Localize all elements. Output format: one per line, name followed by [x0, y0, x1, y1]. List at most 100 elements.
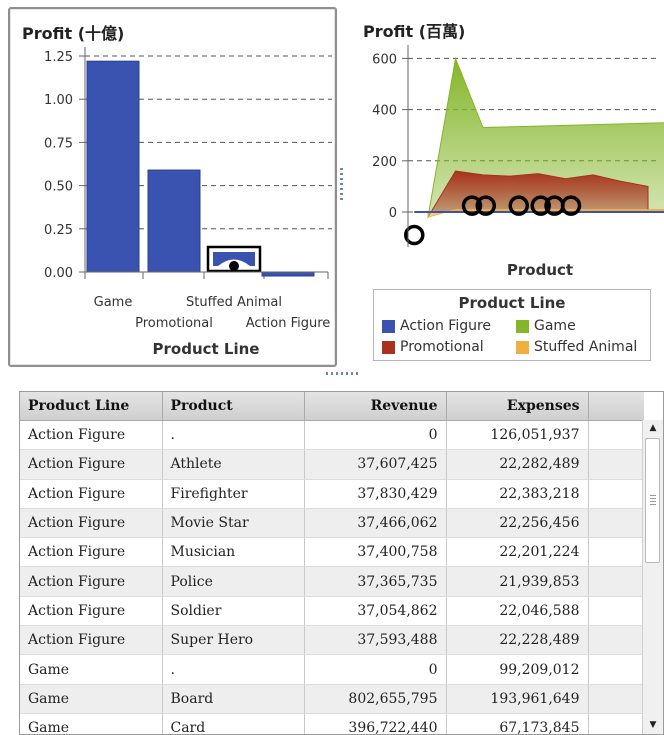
table-row[interactable]: Action Figure Super Hero 37,593,488 22,228,…: [20, 625, 644, 656]
table-row[interactable]: Action Figure Movie Star 37,466,062 22,256,…: [20, 508, 644, 539]
cell-revenue: 37,400,758: [304, 537, 447, 568]
legend-label: Promotional: [400, 339, 484, 355]
cell-product: Board: [162, 684, 305, 714]
cell-product: Athlete: [162, 449, 305, 480]
legend-swatch: [516, 340, 529, 354]
cell-expenses: 22,282,489: [446, 449, 589, 480]
cell-expenses: 22,383,218: [446, 479, 589, 509]
scroll-up-arrow-icon[interactable]: ▲: [643, 420, 663, 437]
x-tick-stuffed-animal: Stuffed Animal: [186, 295, 282, 310]
cell-empty: [588, 537, 644, 568]
legend-swatch: [516, 319, 529, 333]
cell-product-line: Action Figure: [20, 508, 163, 539]
scroll-down-arrow-icon[interactable]: ▼: [643, 717, 663, 734]
table-row[interactable]: Action Figure. 0 126,051,937: [20, 420, 644, 451]
cell-expenses: 22,228,489: [446, 625, 589, 656]
cell-empty: [588, 508, 644, 539]
column-header-product-line[interactable]: Product Line: [20, 392, 163, 421]
data-table: Product Line Product Revenue Expenses Ac…: [20, 392, 644, 734]
cell-expenses: 21,939,853: [446, 566, 589, 597]
table-row[interactable]: Action Figure Musician 37,400,758 22,201,22…: [20, 537, 644, 568]
column-header-expenses[interactable]: Expenses: [446, 392, 589, 421]
cell-product: .: [162, 654, 305, 685]
cell-revenue: 802,655,795: [304, 684, 447, 714]
y-tick-label: 1.25: [44, 50, 73, 65]
table-header-row: Product Line Product Revenue Expenses: [20, 392, 644, 421]
cell-expenses: 193,961,649: [446, 684, 589, 714]
cell-product-line: Action Figure: [20, 596, 163, 627]
cell-product: Musician: [162, 537, 305, 568]
y-tick-label: 0: [389, 206, 397, 221]
y-tick-label: 600: [372, 52, 397, 67]
legend-title: Product Line: [458, 294, 566, 312]
legend-label: Action Figure: [400, 318, 492, 334]
cell-empty: [588, 684, 644, 714]
cell-expenses: 126,051,937: [446, 420, 589, 451]
cell-revenue: 37,593,488: [304, 625, 447, 656]
cell-empty: [588, 596, 644, 627]
cell-product-line: Action Figure: [20, 566, 163, 597]
cell-product: Card: [162, 713, 305, 734]
bar-promotional[interactable]: [147, 169, 201, 273]
cell-revenue: 37,607,425: [304, 449, 447, 480]
x-axis-title: Product Line: [153, 340, 260, 358]
cell-revenue: 37,466,062: [304, 508, 447, 539]
bar-chart-panel[interactable]: Profit (十億) 1.25 1.00 0.75 0.50 0.25 0.00 Gam…: [8, 7, 337, 367]
legend-item-action-figure: Action Figure: [382, 318, 491, 334]
data-table-panel: Product Line Product Revenue Expenses Ac…: [19, 391, 664, 735]
y-tick-label: 200: [372, 155, 397, 170]
y-tick-label: 0.00: [44, 266, 73, 281]
table-row[interactable]: Game. 0 99,209,012: [20, 654, 644, 685]
vertical-splitter-handle[interactable]: [340, 168, 343, 202]
bar-action-figure[interactable]: [261, 271, 315, 277]
cell-empty: [588, 566, 644, 597]
cell-revenue: 37,830,429: [304, 479, 447, 509]
cell-product-line: Action Figure: [20, 537, 163, 568]
cell-expenses: 22,201,224: [446, 537, 589, 568]
cell-product: Soldier: [162, 596, 305, 627]
bar-chart-svg: 1.25 1.00 0.75 0.50 0.25 0.00 Game Stuffed An…: [44, 47, 332, 358]
cell-product-line: Action Figure: [20, 479, 163, 509]
cell-empty: [588, 654, 644, 685]
cell-product: Super Hero: [162, 625, 305, 656]
column-header-revenue[interactable]: Revenue: [304, 392, 447, 421]
table-row[interactable]: Game Board 802,655,795 193,961,649: [20, 684, 644, 714]
horizontal-splitter-handle[interactable]: [326, 372, 360, 375]
cell-expenses: 22,256,456: [446, 508, 589, 539]
legend-label: Game: [534, 318, 576, 334]
cell-product-line: Game: [20, 684, 163, 714]
cell-revenue: 0: [304, 420, 447, 451]
cell-product: Police: [162, 566, 305, 597]
cell-product: Movie Star: [162, 508, 305, 539]
bar-marker-dot: [229, 261, 239, 271]
y-tick-label: 0.25: [44, 223, 73, 238]
table-row[interactable]: Action Figure Firefighter 37,830,429 22,383…: [20, 479, 644, 509]
table-row[interactable]: Game Card 396,722,440 67,173,845: [20, 713, 644, 734]
cell-empty: [588, 449, 644, 480]
scrollbar-thumb[interactable]: [645, 438, 660, 563]
bar-game[interactable]: [86, 60, 140, 273]
cell-revenue: 0: [304, 654, 447, 685]
table-row[interactable]: Action Figure Athlete 37,607,425 22,282,489: [20, 449, 644, 480]
column-header-empty: [588, 392, 644, 421]
cell-product-line: Game: [20, 654, 163, 685]
cell-product-line: Action Figure: [20, 420, 163, 451]
table-row[interactable]: Action Figure Police 37,365,735 21,939,853: [20, 566, 644, 597]
x-tick-action-figure: Action Figure: [246, 316, 331, 331]
column-header-product[interactable]: Product: [162, 392, 305, 421]
table-row[interactable]: Action Figure Soldier 37,054,862 22,046,588: [20, 596, 644, 627]
cell-expenses: 22,046,588: [446, 596, 589, 627]
cell-empty: [588, 479, 644, 509]
y-tick-label: 1.00: [44, 93, 73, 108]
cell-expenses: 99,209,012: [446, 654, 589, 685]
x-tick-game: Game: [94, 295, 133, 310]
cell-product-line: Action Figure: [20, 449, 163, 480]
cell-empty: [588, 713, 644, 734]
table-vertical-scrollbar[interactable]: ▲ ▼: [642, 420, 663, 734]
cell-revenue: 396,722,440: [304, 713, 447, 734]
cell-empty: [588, 625, 644, 656]
cell-product: Firefighter: [162, 479, 305, 509]
y-tick-label: 0.50: [44, 180, 73, 195]
cell-expenses: 67,173,845: [446, 713, 589, 734]
cell-empty: [588, 420, 644, 451]
